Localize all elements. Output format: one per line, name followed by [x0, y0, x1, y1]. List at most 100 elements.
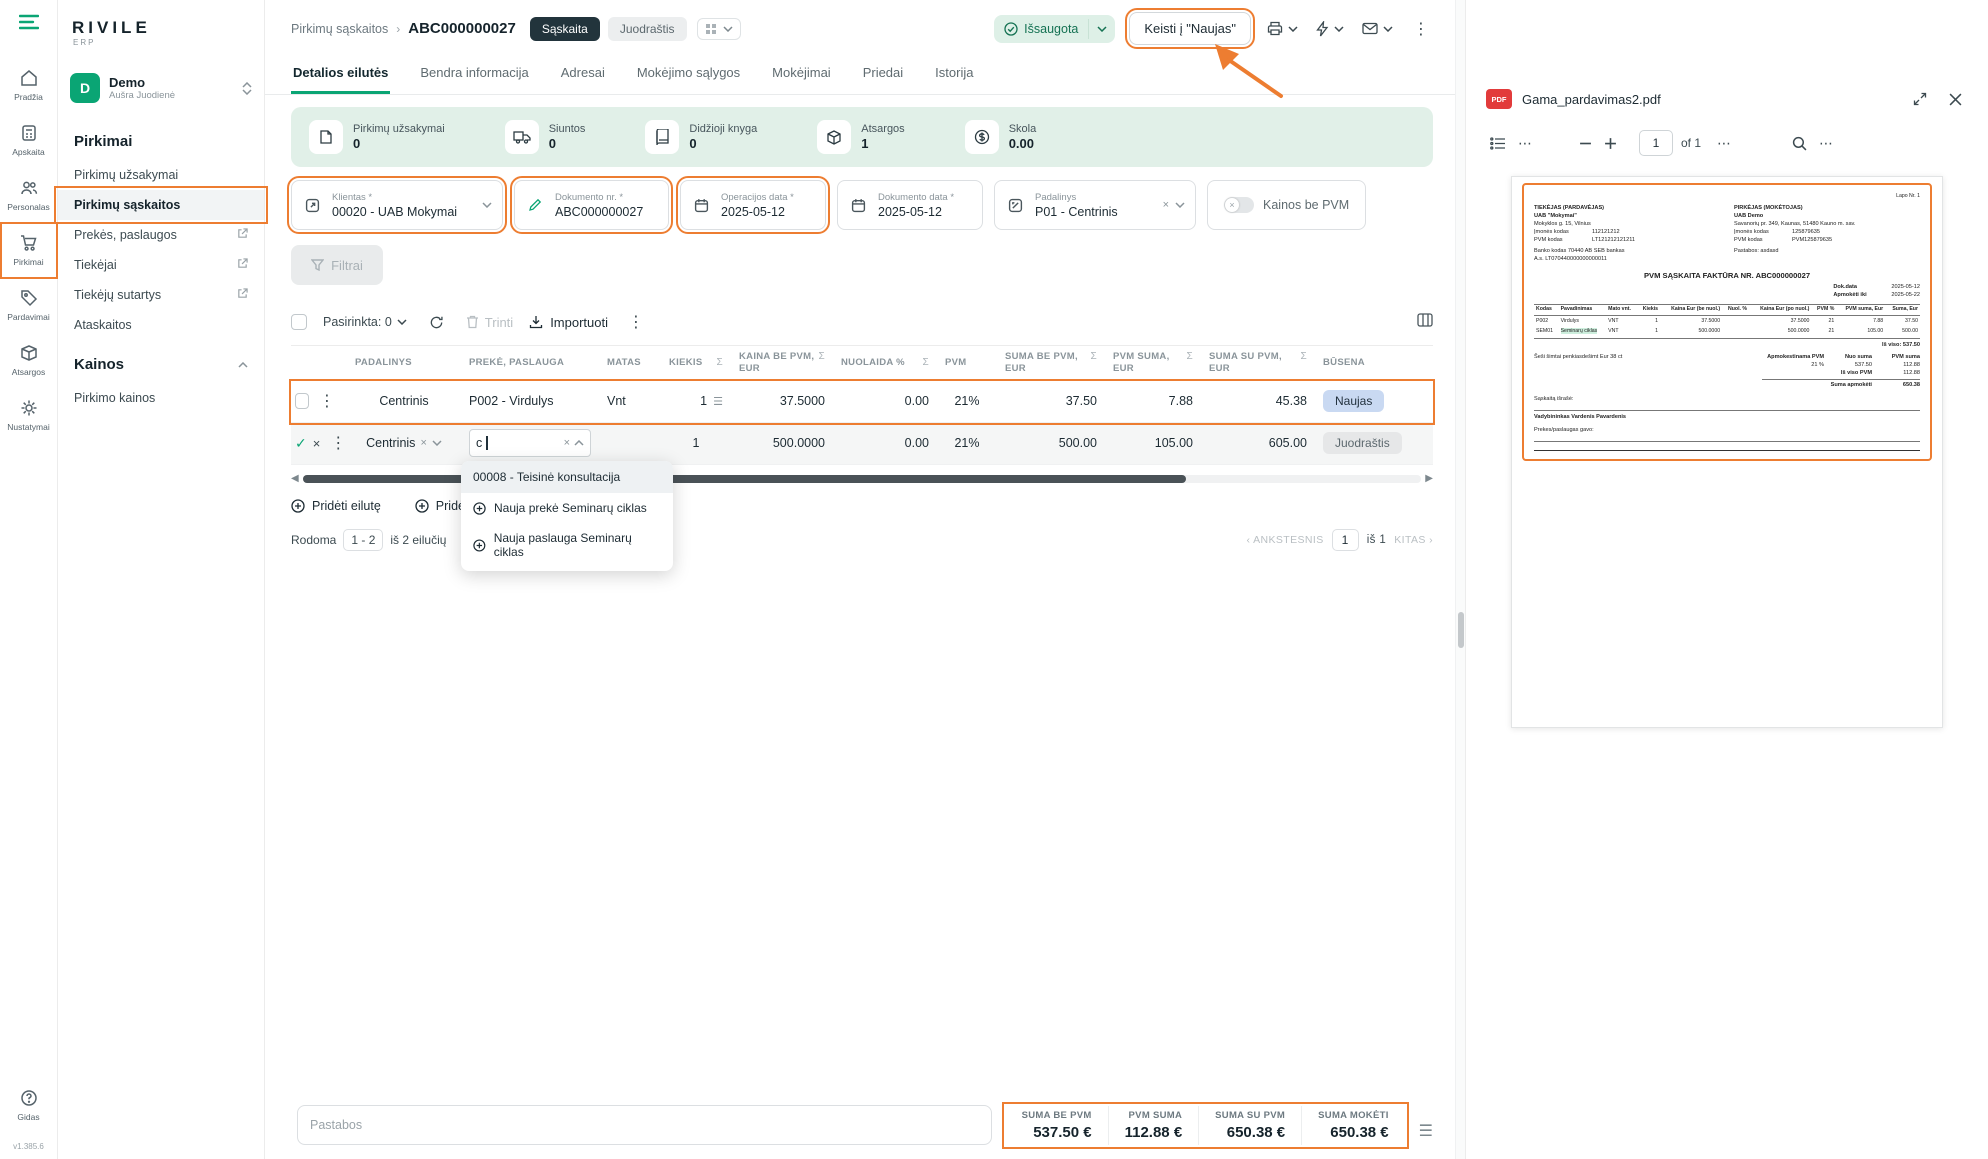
- create-paslauga-option[interactable]: Nauja paslauga Seminarų ciklas: [461, 523, 673, 567]
- change-status-button[interactable]: Keisti į "Naujas": [1129, 12, 1251, 45]
- dokumento-data-field[interactable]: Dokumento data *2025-05-12: [837, 180, 983, 230]
- pdf-more-menu[interactable]: ⋯: [1711, 131, 1738, 156]
- stat-siuntos[interactable]: Siuntos0: [505, 120, 586, 154]
- sidebar-item-pirkimo-kainos[interactable]: Pirkimo kainos: [58, 383, 264, 413]
- scrollbar-thumb[interactable]: [303, 475, 1187, 483]
- sidebar-item-tiekeju-sutartys[interactable]: Tiekėjų sutartys: [58, 280, 264, 310]
- stat-skola[interactable]: Skola0.00: [965, 120, 1037, 154]
- operacijos-data-field[interactable]: Operacijos data *2025-05-12: [680, 180, 826, 230]
- rail-item-gidas[interactable]: Gidas: [4, 1081, 54, 1130]
- email-button[interactable]: [1360, 18, 1395, 39]
- pdf-more-menu[interactable]: ⋯: [1813, 131, 1840, 156]
- saved-dropdown[interactable]: [1088, 19, 1115, 39]
- rail-item-pardavimai[interactable]: Pardavimai: [4, 281, 54, 330]
- preke-search-input[interactable]: c ×: [469, 429, 591, 457]
- view-selector[interactable]: [697, 18, 741, 40]
- sum-icon[interactable]: Σ: [1187, 351, 1193, 364]
- rail-item-pirkimai[interactable]: Pirkimai: [4, 226, 54, 275]
- more-menu[interactable]: ⋮: [1409, 17, 1433, 41]
- col-suma-su-pvm[interactable]: SUMA SU PVM, EURΣ: [1201, 346, 1315, 380]
- stat-pirkimu-uzsakymai[interactable]: Pirkimų užsakymai0: [309, 120, 445, 154]
- refresh-button[interactable]: [423, 311, 450, 334]
- cell-kiekis[interactable]: 1: [661, 432, 731, 454]
- sidebar-item-pirkimu-uzsakymai[interactable]: Pirkimų užsakymai: [58, 160, 264, 190]
- rail-item-personalas[interactable]: Personalas: [4, 171, 54, 220]
- col-padalinys[interactable]: PADALINYS: [347, 352, 461, 374]
- col-pvm[interactable]: PVM: [937, 352, 997, 374]
- autocomplete-option[interactable]: 00008 - Teisinė konsultacija: [461, 461, 673, 493]
- col-preke[interactable]: PREKĖ, PASLAUGA: [461, 352, 599, 374]
- sum-icon[interactable]: Σ: [1301, 351, 1307, 364]
- stat-atsargos[interactable]: Atsargos1: [817, 120, 904, 154]
- padalinys-select[interactable]: Centrinis ×: [347, 432, 461, 454]
- close-pdf-button[interactable]: [1943, 89, 1968, 110]
- print-button[interactable]: [1265, 17, 1300, 40]
- sidebar-item-tiekejai[interactable]: Tiekėjai: [58, 250, 264, 280]
- sidebar-item-prekes-paslaugos[interactable]: Prekės, paslaugos: [58, 220, 264, 250]
- table-row-editing[interactable]: ✓ × ⋮ Centrinis × c ×: [291, 423, 1433, 465]
- expand-button[interactable]: [1907, 88, 1933, 110]
- pdf-more-menu[interactable]: ⋯: [1512, 131, 1539, 156]
- breadcrumb[interactable]: Pirkimų sąskaitos: [291, 22, 388, 36]
- zoom-in-button[interactable]: [1598, 133, 1623, 154]
- sum-icon[interactable]: Σ: [819, 351, 825, 364]
- tab-mokejimai[interactable]: Mokėjimai: [770, 55, 833, 94]
- lot-lines-icon[interactable]: ☰: [713, 395, 723, 408]
- rail-item-apskaita[interactable]: Apskaita: [4, 116, 54, 165]
- col-busena[interactable]: BŪSENA: [1315, 352, 1433, 374]
- scroll-left-icon[interactable]: ◀: [291, 473, 299, 484]
- totals-menu-icon[interactable]: ☰: [1419, 1121, 1433, 1145]
- clear-icon[interactable]: ×: [420, 437, 426, 449]
- sum-icon[interactable]: Σ: [1091, 351, 1097, 364]
- klientas-field[interactable]: Klientas *00020 - UAB Mokymai: [291, 180, 503, 230]
- zoom-out-button[interactable]: [1573, 133, 1598, 154]
- page-number-input[interactable]: [1639, 130, 1673, 156]
- confirm-icon[interactable]: ✓: [295, 435, 307, 452]
- clear-icon[interactable]: ×: [564, 437, 570, 449]
- saved-status[interactable]: Išsaugota: [994, 15, 1115, 43]
- menu-icon[interactable]: [19, 14, 39, 35]
- sidebar-item-pirkimu-saskaitos[interactable]: Pirkimų sąskaitos: [58, 190, 264, 220]
- col-kiekis[interactable]: KIEKISΣ: [661, 352, 731, 375]
- doc-type-badge[interactable]: Sąskaita: [530, 17, 600, 41]
- padalinys-field[interactable]: PadalinysP01 - Centrinis ×: [994, 180, 1196, 230]
- tab-bendra-informacija[interactable]: Bendra informacija: [418, 55, 530, 94]
- table-more-menu[interactable]: ⋮: [624, 310, 648, 334]
- tab-detalios-eilutes[interactable]: Detalios eilutės: [291, 55, 390, 94]
- scrollbar-thumb[interactable]: [1458, 612, 1464, 648]
- col-nuolaida[interactable]: NUOLAIDA %Σ: [833, 352, 937, 375]
- pdf-viewport[interactable]: Lapo Nr. 1 TIEKĖJAS (PARDAVĖJAS) UAB "Mo…: [1466, 166, 1988, 1159]
- add-row-link[interactable]: Pridėti eilutę: [291, 499, 381, 513]
- col-pvm-suma[interactable]: PVM SUMA, EURΣ: [1105, 346, 1201, 380]
- rail-item-nustatymai[interactable]: Nustatymai: [4, 391, 54, 440]
- doc-status-badge[interactable]: Juodraštis: [608, 17, 687, 41]
- col-matas[interactable]: MATAS: [599, 352, 661, 374]
- tab-mokejimo-salygos[interactable]: Mokėjimo sąlygos: [635, 55, 742, 94]
- next-page-button[interactable]: KITAS ›: [1394, 534, 1433, 546]
- column-settings-button[interactable]: [1417, 313, 1433, 332]
- cell-kaina[interactable]: 500.0000: [731, 432, 833, 454]
- import-button[interactable]: Importuoti: [529, 315, 608, 330]
- main-scrollbar[interactable]: [1455, 0, 1465, 1159]
- col-suma-be-pvm[interactable]: SUMA BE PVM, EURΣ: [997, 346, 1105, 380]
- row-menu[interactable]: ⋮: [315, 389, 339, 413]
- create-preke-option[interactable]: Nauja prekė Seminarų ciklas: [461, 493, 673, 523]
- selected-count[interactable]: Pasirinkta: 0: [323, 315, 407, 329]
- dokumento-nr-field[interactable]: Dokumento nr. *ABC000000027: [514, 180, 669, 230]
- sum-icon[interactable]: Σ: [923, 357, 929, 370]
- rail-item-pradzia[interactable]: Pradžia: [4, 61, 54, 110]
- pdf-search-button[interactable]: [1786, 132, 1813, 155]
- notes-input[interactable]: [297, 1105, 992, 1145]
- select-all-checkbox[interactable]: [291, 314, 307, 330]
- sidebar-section-kainos[interactable]: Kainos: [58, 340, 264, 383]
- stat-didzioji-knyga[interactable]: Didžioji knyga0: [645, 120, 757, 154]
- row-checkbox[interactable]: [295, 393, 309, 409]
- actions-button[interactable]: [1314, 17, 1346, 41]
- thumbnails-button[interactable]: [1484, 133, 1512, 154]
- sum-icon[interactable]: Σ: [717, 357, 723, 370]
- col-kaina[interactable]: KAINA BE PVM, EURΣ: [731, 346, 833, 380]
- table-row[interactable]: ⋮ Centrinis P002 - Virdulys Vnt 1☰ 37.50…: [291, 381, 1433, 423]
- kainos-be-pvm-toggle[interactable]: Kainos be PVM: [1207, 180, 1366, 230]
- filter-button[interactable]: Filtrai: [291, 245, 383, 285]
- rail-item-atsargos[interactable]: Atsargos: [4, 336, 54, 385]
